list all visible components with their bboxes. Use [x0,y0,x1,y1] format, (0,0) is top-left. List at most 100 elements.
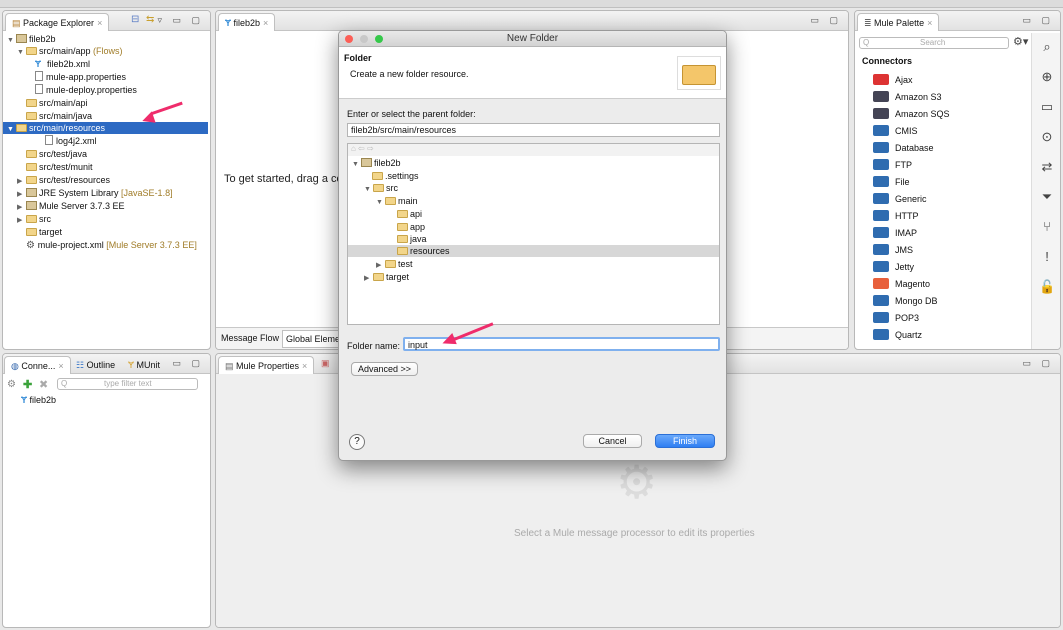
folder-icon [26,228,37,236]
minimize-maximize-icons[interactable]: ▭ ▢ [810,15,842,26]
expand-arrow-icon[interactable]: ▶ [364,273,373,285]
connector-magento[interactable]: Magento [855,276,930,293]
minimize-maximize-icons[interactable]: ▭ ▢ [1022,15,1054,26]
connector-cmis[interactable]: CMIS [855,123,918,140]
close-icon[interactable]: × [927,18,932,28]
transformers-category-icon[interactable]: ⇄ [1039,159,1055,175]
finish-button[interactable]: Finish [655,434,715,448]
tree-node-src-main-resources-selected[interactable]: ▼ src/main/resources [3,122,208,134]
close-icon[interactable]: × [58,361,63,371]
dialog-tree-test[interactable]: ▶ test [376,258,413,270]
package-explorer-panel: ▤ Package Explorer × ⊟ ⇆ ▿ ▭ ▢ ▼ fileb2b ▼… [2,10,211,350]
tree-node-flow-file[interactable]: Ɏfileb2b.xml [35,58,90,70]
dialog-tree-api[interactable]: api [397,208,422,220]
connector-http[interactable]: HTTP [855,208,919,225]
tree-node-src-test-munit[interactable]: src/test/munit [26,161,93,173]
tree-node-src[interactable]: ▶ src [17,213,51,225]
expand-arrow-icon[interactable]: ▼ [7,124,16,136]
link-editor-icon[interactable]: ⇆ [146,14,154,25]
tab-message-flow[interactable]: Message Flow [221,333,279,343]
add-plus-icon[interactable]: ✚ [23,378,32,391]
components-category-icon[interactable]: ⊙ [1039,129,1055,145]
zoom-window-button[interactable] [375,35,383,43]
expand-arrow-icon[interactable]: ▼ [17,47,26,59]
close-icon[interactable]: × [97,18,102,28]
tab-mule-properties[interactable]: ▤ Mule Properties × [218,356,315,374]
tree-node-src-test-resources[interactable]: ▶ src/test/resources [17,174,110,186]
tab-package-explorer[interactable]: ▤ Package Explorer × [5,13,110,31]
filter-input[interactable]: Q type filter text [57,378,198,390]
expand-arrow-icon[interactable]: ▼ [7,35,16,47]
palette-search-input[interactable]: Q Search [859,37,1009,49]
connector-jetty[interactable]: Jetty [855,259,914,276]
palette-settings-gear-icon[interactable]: ⚙▾ [1013,35,1028,48]
library-icon [26,188,37,197]
connector-file[interactable]: File [855,174,910,191]
tree-node-src-main-app[interactable]: ▼ src/main/app (Flows) [17,45,123,57]
help-button[interactable]: ? [349,434,365,450]
dialog-tree-java[interactable]: java [397,233,427,245]
dialog-tree-target[interactable]: ▶ target [364,271,409,283]
tab-fileb2b-editor[interactable]: Ɏ fileb2b × [218,13,276,31]
security-lock-icon[interactable]: 🔓 [1039,279,1055,295]
connector-amazon-sqs[interactable]: Amazon SQS [855,106,950,123]
connector-jms[interactable]: JMS [855,242,913,259]
tab-outline[interactable]: ☷ Outline [76,360,115,371]
cancel-button[interactable]: Cancel [583,434,642,448]
connector-imap[interactable]: IMAP [855,225,917,242]
problems-tab-icon[interactable]: ▣ [321,358,330,369]
error-handling-category-icon[interactable]: ! [1039,249,1055,265]
search-category-icon[interactable]: ⌕ [1039,39,1055,55]
tree-node-jre-library[interactable]: ▶ JRE System Library [JavaSE-1.8] [17,187,173,199]
connector-ftp[interactable]: FTP [855,157,912,174]
dialog-tree-fileb2b[interactable]: ▼ fileb2b [352,157,401,169]
connectors-category-icon[interactable]: ⊕ [1039,69,1055,85]
connector-mongo-db[interactable]: Mongo DB [855,293,938,310]
tree-node-src-test-java[interactable]: src/test/java [26,148,87,160]
view-menu-minimize-maximize-icons[interactable]: ▿ ▭ ▢ [157,15,204,26]
tab-munit[interactable]: Ɏ MUnit [128,360,160,370]
dialog-tree-resources-selected[interactable]: resources [348,245,719,257]
dialog-tree-app[interactable]: app [397,221,425,233]
close-icon[interactable]: × [263,18,268,28]
connector-generic[interactable]: Generic [855,191,927,208]
tab-connections[interactable]: ◍ Conne... × [4,356,71,374]
expand-arrow-icon[interactable]: ▼ [352,159,361,171]
tree-node-target[interactable]: target [26,226,62,238]
tree-node-mule-server[interactable]: ▶ Mule Server 3.7.3 EE [17,200,125,212]
dialog-tree-main[interactable]: ▼ main [376,195,418,207]
parent-folder-input[interactable]: fileb2b/src/main/resources [347,123,720,137]
scopes-category-icon[interactable]: ▭ [1039,99,1055,115]
tree-node-src-main-api[interactable]: src/main/api [26,97,88,109]
tab-mule-palette[interactable]: ≣ Mule Palette × [857,13,940,31]
dialog-tree-settings[interactable]: .settings [372,170,419,182]
connector-database[interactable]: Database [855,140,934,157]
minimize-maximize-icons[interactable]: ▭ ▢ [1022,358,1054,369]
package-icon: ▤ [12,18,24,28]
tree-node-deploy-properties[interactable]: mule-deploy.properties [35,84,137,96]
collapse-all-icon[interactable]: ⊟ [131,14,139,25]
filters-category-icon[interactable]: ⏷ [1039,189,1055,205]
settings-gear-icon[interactable]: ⚙ [7,379,16,390]
expand-arrow-icon[interactable]: ▶ [17,215,26,227]
close-window-button[interactable] [345,35,353,43]
expand-arrow-icon[interactable]: ▼ [364,184,373,196]
advanced-button[interactable]: Advanced >> [351,362,418,376]
connector-amazon-s3[interactable]: Amazon S3 [855,89,942,106]
connector-pop3[interactable]: POP3 [855,310,919,327]
tree-node-app-properties[interactable]: mule-app.properties [35,71,126,83]
tree-node-src-main-java[interactable]: src/main/java [26,110,92,122]
connector-quartz[interactable]: Quartz [855,327,922,344]
expand-arrow-icon[interactable]: ▼ [376,197,385,209]
tree-node-mule-project[interactable]: ⚙ mule-project.xml [Mule Server 3.7.3 EE… [26,239,197,251]
minimize-window-button[interactable] [360,35,368,43]
close-icon[interactable]: × [302,361,307,371]
tree-node-log4j2[interactable]: log4j2.xml [45,135,97,147]
minimize-maximize-icons[interactable]: ▭ ▢ [172,358,204,369]
flow-control-category-icon[interactable]: ⑂ [1039,219,1055,235]
connection-item[interactable]: Ɏ fileb2b [21,395,56,405]
tree-node-project[interactable]: ▼ fileb2b [7,33,56,45]
connector-ajax[interactable]: Ajax [855,72,913,89]
remove-x-icon[interactable]: ✖ [39,378,48,391]
dialog-tree-src[interactable]: ▼ src [364,182,398,194]
